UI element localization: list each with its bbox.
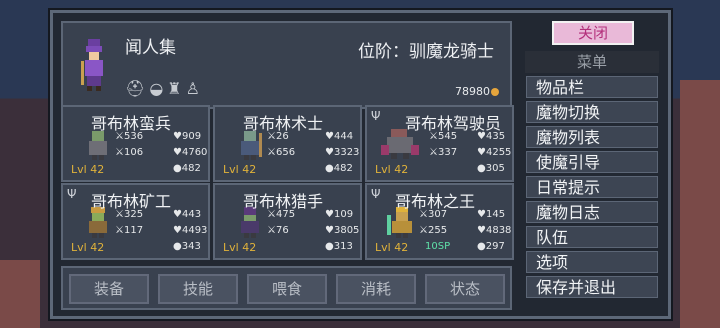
menu-item-familiar-guide[interactable]: 使魔引导 (526, 151, 658, 173)
armor-slot-icon[interactable]: ◒ (149, 79, 167, 98)
attack-stat: ⚔325 (115, 209, 144, 220)
defense-stat: ⚔656 (267, 147, 296, 158)
defense-stat: ⚔337 (429, 147, 458, 158)
level-badge: Lvl 42 (71, 163, 105, 176)
tab-equipment[interactable]: 装备 (69, 274, 149, 304)
tab-consume[interactable]: 消耗 (336, 274, 416, 304)
monster-menu-window: 闻人集 位阶：驯魔龙骑士 ⛑◒♜♙ 78980 哥布林蛮兵 ⚔536 ⚔106 … (50, 10, 671, 319)
speed-stat: ●297 (477, 241, 505, 252)
hp2-stat: ♥4493 (173, 225, 208, 236)
monster-card[interactable]: Ψ 哥布林之王 ⚔307 ⚔255 ♥145 ♥4838 ●297 Lvl 42… (365, 183, 514, 260)
hp-stat: ♥443 (173, 209, 202, 220)
defense-stat: ⚔76 (267, 225, 289, 236)
accessory-slot-icon[interactable]: ♙ (186, 79, 204, 98)
tab-status[interactable]: 状态 (425, 274, 505, 304)
background-brick (0, 260, 40, 328)
menu-item-monster-log[interactable]: 魔物日志 (526, 201, 658, 223)
monster-card[interactable]: 哥布林猎手 ⚔475 ⚔76 ♥109 ♥3805 ●313 Lvl 42 (213, 183, 362, 260)
gold-amount: 78980 (455, 85, 490, 98)
level-badge: Lvl 42 (223, 163, 257, 176)
action-tab-bar: 装备 技能 喂食 消耗 状态 (61, 266, 512, 310)
helmet-slot-icon[interactable]: ⛑ (125, 79, 149, 98)
menu-item-daily-tips[interactable]: 日常提示 (526, 176, 658, 198)
defense-stat: ⚔117 (115, 225, 144, 236)
hero-portrait (81, 39, 103, 91)
defense-stat: ⚔106 (115, 147, 144, 158)
monster-card[interactable]: Ψ 哥布林矿工 ⚔325 ⚔117 ♥443 ♥4493 ●343 Lvl 42 (61, 183, 210, 260)
background-brick (680, 80, 720, 328)
level-badge: Lvl 42 (375, 241, 409, 254)
hero-panel: 闻人集 位阶：驯魔龙骑士 ⛑◒♜♙ 78980 (61, 21, 512, 109)
level-badge: Lvl 42 (375, 163, 409, 176)
hp-stat: ♥109 (325, 209, 354, 220)
hp2-stat: ♥3323 (325, 147, 360, 158)
attack-stat: ⚔545 (429, 131, 458, 142)
fork-icon: Ψ (371, 187, 381, 201)
chest-slot-icon[interactable]: ♜ (167, 79, 185, 98)
menu-item-team[interactable]: 队伍 (526, 226, 658, 248)
monster-card[interactable]: 哥布林术士 ⚔26 ⚔656 ♥444 ♥3323 ●482 Lvl 42 (213, 105, 362, 182)
tab-feed[interactable]: 喂食 (247, 274, 327, 304)
skill-points-badge: 10SP (425, 241, 451, 252)
monster-card[interactable]: Ψ 哥布林驾驶员 ⚔545 ⚔337 ♥435 ♥4255 ●305 Lvl 4… (365, 105, 514, 182)
menu-item-options[interactable]: 选项 (526, 251, 658, 273)
hp-stat: ♥145 (477, 209, 506, 220)
gold-counter: 78980 (455, 85, 499, 98)
level-badge: Lvl 42 (223, 241, 257, 254)
attack-stat: ⚔475 (267, 209, 296, 220)
equipment-slots: ⛑◒♜♙ (125, 79, 204, 98)
hp-stat: ♥444 (325, 131, 354, 142)
hp-stat: ♥909 (173, 131, 202, 142)
hero-rank: 位阶：驯魔龙骑士 (358, 42, 494, 62)
defense-stat: ⚔255 (419, 225, 448, 236)
hp2-stat: ♥4760 (173, 147, 208, 158)
hp2-stat: ♥4838 (477, 225, 512, 236)
attack-stat: ⚔307 (419, 209, 448, 220)
fork-icon: Ψ (371, 109, 381, 123)
menu-item-save-and-quit[interactable]: 保存并退出 (526, 276, 658, 298)
menu-title: 菜单 (525, 51, 659, 73)
speed-stat: ●313 (325, 241, 353, 252)
menu-item-monster-switch[interactable]: 魔物切换 (526, 101, 658, 123)
attack-stat: ⚔26 (267, 131, 289, 142)
menu-item-monster-list[interactable]: 魔物列表 (526, 126, 658, 148)
close-button[interactable]: 关闭 (552, 21, 634, 45)
menu-item-inventory[interactable]: 物品栏 (526, 76, 658, 98)
speed-stat: ●343 (173, 241, 201, 252)
hp2-stat: ♥4255 (477, 147, 512, 158)
attack-stat: ⚔536 (115, 131, 144, 142)
speed-stat: ●305 (477, 163, 505, 174)
speed-stat: ●482 (325, 163, 353, 174)
hp2-stat: ♥3805 (325, 225, 360, 236)
gold-coin-icon (491, 88, 499, 96)
tab-skills[interactable]: 技能 (158, 274, 238, 304)
hp-stat: ♥435 (477, 131, 506, 142)
speed-stat: ●482 (173, 163, 201, 174)
level-badge: Lvl 42 (71, 241, 105, 254)
hero-name: 闻人集 (125, 38, 176, 58)
monster-card[interactable]: 哥布林蛮兵 ⚔536 ⚔106 ♥909 ♥4760 ●482 Lvl 42 (61, 105, 210, 182)
fork-icon: Ψ (67, 187, 77, 201)
